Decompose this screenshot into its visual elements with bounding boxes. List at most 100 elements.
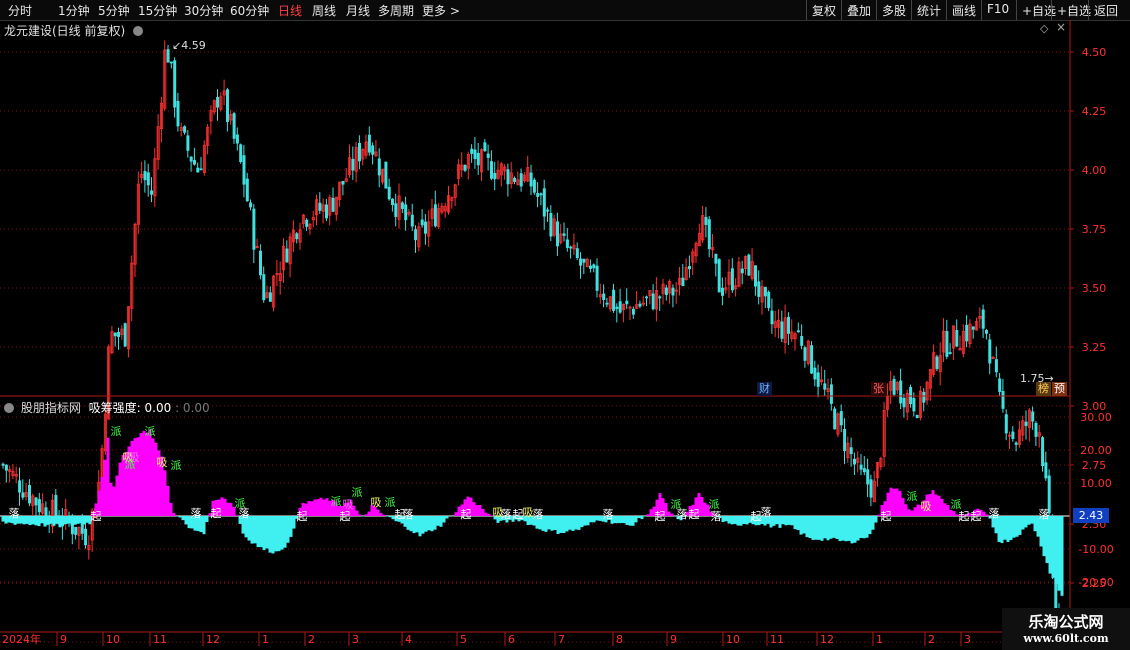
candle-body	[367, 134, 371, 153]
candle-body	[532, 179, 536, 193]
close-icon[interactable]: ×	[1056, 20, 1066, 34]
indicator-bar	[1, 516, 5, 522]
indicator-bar	[424, 516, 428, 532]
candle-body	[843, 428, 847, 452]
candle-body	[582, 258, 586, 263]
indicator-bar	[946, 505, 950, 516]
x-tick-label: 2	[928, 633, 935, 646]
candle-body	[810, 345, 814, 374]
signal-label-pai: 派	[907, 490, 918, 503]
candle-body	[902, 397, 906, 408]
candle-body	[671, 287, 675, 296]
indicator-bar	[34, 516, 38, 526]
indicator-bar	[1003, 516, 1007, 540]
candle-body	[400, 202, 404, 209]
candle-body	[935, 356, 939, 370]
candle-body	[780, 321, 784, 339]
indicator-bar	[862, 516, 866, 539]
signal-label-qi: 起	[461, 508, 472, 521]
indicator-bar	[895, 488, 899, 516]
candle-body	[1, 463, 5, 466]
indicator-bar	[556, 516, 560, 535]
candle-body	[899, 380, 903, 404]
indicator-bar	[628, 516, 632, 526]
candle-body	[216, 97, 220, 108]
candle-body	[245, 178, 249, 202]
indicator-bar	[811, 516, 815, 540]
kline-chart[interactable]: 落起派吸吸派派吸 派落 起派落 起派起吸派吸 派起落起吸落起吸落落起派落 起派落起落起派吸…	[0, 0, 1130, 650]
indicator-bar	[154, 442, 158, 516]
candle-body	[839, 411, 843, 426]
candle-body	[829, 384, 833, 404]
x-tick-label: 7	[558, 633, 565, 646]
indicator-bar	[265, 516, 269, 549]
signal-label-qi: 起	[655, 510, 666, 523]
indicator-bar	[436, 516, 440, 526]
indicator-bar	[586, 516, 590, 526]
candle-body	[763, 286, 767, 297]
high-price-value: 4.59	[181, 39, 206, 52]
candle-body	[318, 202, 322, 211]
indicator-bar	[418, 516, 422, 537]
candle-body	[394, 203, 398, 217]
indicator-bar	[307, 500, 311, 516]
candle-body	[239, 144, 243, 163]
candle-body	[186, 135, 190, 151]
limit-marker[interactable]: 张	[871, 382, 886, 396]
candle-body	[625, 300, 629, 305]
candle-body	[146, 172, 150, 186]
indicator-bar	[619, 516, 623, 524]
financial-marker[interactable]: 财	[757, 382, 772, 396]
candle-body	[707, 219, 711, 250]
signal-label-xi: 吸	[921, 500, 932, 513]
indicator-tick-label: -10.00	[1078, 543, 1113, 556]
signal-label-pai: 派	[111, 425, 122, 438]
candle-body	[529, 172, 533, 187]
indicator-tick-label: 10.00	[1080, 477, 1112, 490]
indicator-bar	[415, 516, 419, 533]
price-tick-label: 3.50	[1082, 282, 1107, 295]
settings-icon[interactable]	[4, 403, 14, 413]
x-tick-label: 11	[153, 633, 167, 646]
indicator-bar	[46, 516, 50, 525]
candle-body	[123, 323, 127, 347]
settings-icon[interactable]	[133, 26, 144, 36]
list-marker[interactable]: 榜	[1036, 382, 1051, 396]
indicator-bar	[616, 516, 620, 524]
x-tick-label: 12	[206, 633, 220, 646]
candle-body	[569, 246, 573, 249]
indicator-bar	[703, 502, 707, 516]
candle-body	[638, 303, 642, 307]
candle-body	[493, 172, 497, 180]
indicator-bar	[853, 516, 857, 543]
candle-body	[912, 398, 916, 412]
indicator-bar	[580, 516, 584, 528]
candle-body	[506, 169, 510, 185]
candle-body	[324, 204, 328, 219]
signal-label-luo: 落	[9, 507, 20, 520]
indicator-bar	[421, 516, 425, 534]
stock-title: 龙元建设(日线 前复权)	[4, 24, 126, 38]
diamond-icon[interactable]: ◇	[1040, 22, 1048, 35]
indicator-bar	[481, 508, 485, 516]
candle-body	[592, 264, 596, 269]
forecast-marker[interactable]: 预	[1052, 382, 1067, 396]
indicator-bar	[430, 516, 434, 532]
indicator-bar	[205, 516, 209, 523]
indicator-bar	[1045, 516, 1049, 563]
candle-body	[404, 204, 408, 221]
candle-body	[853, 458, 857, 465]
signal-label-pai: 派	[352, 486, 363, 499]
signal-label-xi: 吸	[157, 456, 168, 469]
price-tick-label: 2.75	[1082, 459, 1107, 472]
indicator-bar	[478, 505, 482, 516]
indicator-bar	[142, 430, 146, 516]
candle-body	[117, 332, 121, 337]
candle-body	[688, 266, 692, 270]
candle-body	[823, 383, 827, 390]
signal-label-luo: 落	[403, 508, 414, 521]
indicator-bar	[1012, 516, 1016, 538]
x-tick-label: 9	[60, 633, 67, 646]
candle-body	[955, 330, 959, 347]
signal-label-luo: 落	[501, 508, 512, 521]
